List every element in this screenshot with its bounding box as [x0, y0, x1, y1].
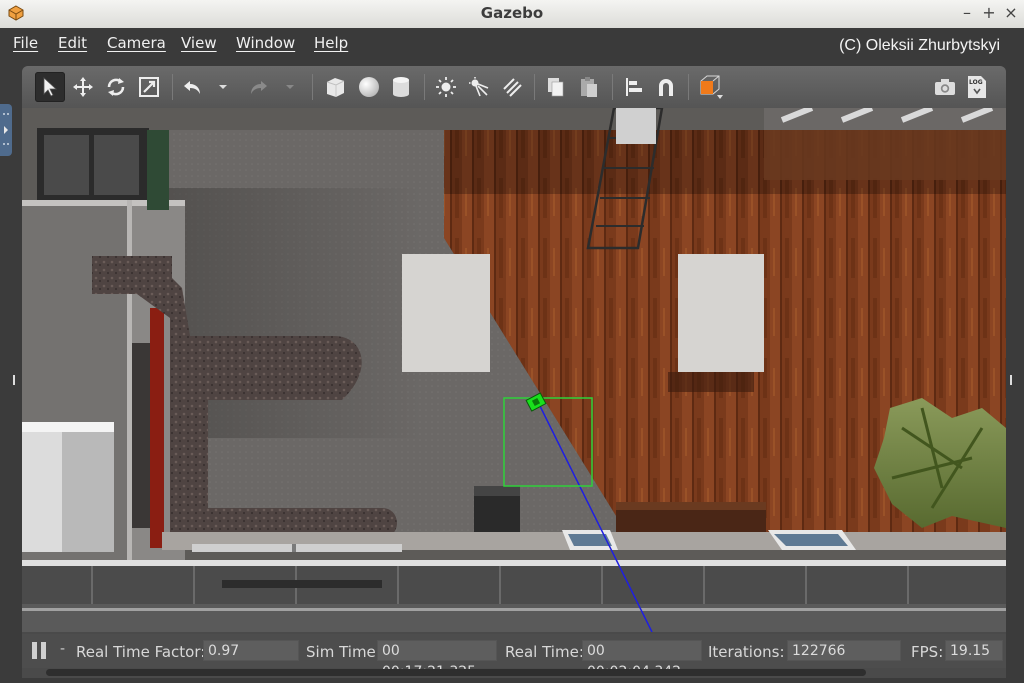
right-resize-handle[interactable]	[1009, 370, 1013, 385]
cylinder-shape-button[interactable]	[386, 72, 416, 102]
scene-render	[22, 108, 1006, 632]
orange-cube-icon	[695, 73, 725, 101]
log-icon: LOG	[965, 74, 989, 100]
menu-view[interactable]: View	[181, 34, 217, 52]
align-icon	[623, 76, 645, 98]
chevron-down-icon	[285, 83, 295, 91]
copy-button[interactable]	[541, 72, 571, 102]
view-angle-button[interactable]	[695, 72, 725, 102]
box-icon	[323, 75, 347, 99]
box-shape-button[interactable]	[320, 72, 350, 102]
maximize-button[interactable]: +	[979, 3, 999, 23]
sphere-icon	[357, 75, 381, 99]
redo-history-button[interactable]	[281, 72, 299, 102]
translate-mode-button[interactable]	[68, 72, 98, 102]
paste-button[interactable]	[574, 72, 604, 102]
move-arrows-icon	[72, 76, 94, 98]
select-mode-button[interactable]	[35, 72, 65, 102]
scene-viewport[interactable]	[22, 108, 1006, 632]
arrow-cursor-icon	[39, 76, 61, 98]
window-title: Gazebo	[480, 4, 544, 22]
sphere-shape-button[interactable]	[354, 72, 384, 102]
directional-light-icon	[501, 76, 523, 98]
step-button[interactable]: -	[60, 641, 65, 657]
menu-file[interactable]: File	[13, 34, 38, 52]
camera-icon	[933, 77, 957, 97]
rotate-icon	[105, 76, 127, 98]
real-time-value: 00 00:02:04.342	[582, 640, 702, 680]
close-button[interactable]: ×	[1001, 3, 1021, 23]
fps-value: 19.15	[945, 640, 1003, 661]
minimize-button[interactable]: –	[957, 3, 977, 23]
snap-button[interactable]	[651, 72, 681, 102]
redo-icon	[247, 76, 269, 98]
align-button[interactable]	[619, 72, 649, 102]
window-titlebar: Gazebo – + ×	[0, 0, 1024, 29]
menu-bar: File Edit Camera View Window Help (C) Ol…	[0, 28, 1024, 60]
sim-time-value: 00 00:17:21.325	[377, 640, 497, 680]
screenshot-button[interactable]	[930, 72, 960, 102]
directional-light-button[interactable]	[497, 72, 527, 102]
spot-light-icon	[468, 76, 490, 98]
scale-icon	[138, 76, 160, 98]
copy-icon	[545, 76, 567, 98]
copyright-text: (C) Oleksii Zhurbytskyi	[839, 37, 1000, 54]
magnet-icon	[655, 76, 677, 98]
cylinder-icon	[390, 75, 412, 99]
real-time-factor-label: Real Time Factor:	[76, 643, 206, 661]
fps-label: FPS:	[911, 643, 944, 661]
paste-icon	[578, 76, 600, 98]
sim-time-label: Sim Time:	[306, 643, 381, 661]
undo-icon	[182, 76, 204, 98]
left-resize-handle[interactable]	[12, 370, 16, 385]
real-time-label: Real Time:	[505, 643, 584, 661]
log-label: LOG	[969, 79, 983, 86]
menu-edit[interactable]: Edit	[58, 34, 87, 52]
undo-history-button[interactable]	[214, 72, 232, 102]
iterations-label: Iterations:	[708, 643, 785, 661]
chevron-down-icon	[218, 83, 228, 91]
real-time-factor-value: 0.97	[203, 640, 299, 661]
rotate-mode-button[interactable]	[101, 72, 131, 102]
log-button[interactable]: LOG	[962, 72, 992, 102]
scale-mode-button[interactable]	[134, 72, 164, 102]
left-panel-toggle[interactable]	[0, 104, 12, 156]
sun-icon	[435, 76, 457, 98]
redo-button[interactable]	[243, 72, 273, 102]
menu-camera[interactable]: Camera	[107, 34, 166, 52]
point-light-button[interactable]	[431, 72, 461, 102]
undo-button[interactable]	[178, 72, 208, 102]
menu-window[interactable]: Window	[236, 34, 295, 52]
pause-button[interactable]	[30, 640, 50, 662]
spot-light-button[interactable]	[464, 72, 494, 102]
horizontal-scrollbar[interactable]	[46, 669, 866, 676]
iterations-value: 122766	[787, 640, 901, 661]
menu-help[interactable]: Help	[314, 34, 348, 52]
